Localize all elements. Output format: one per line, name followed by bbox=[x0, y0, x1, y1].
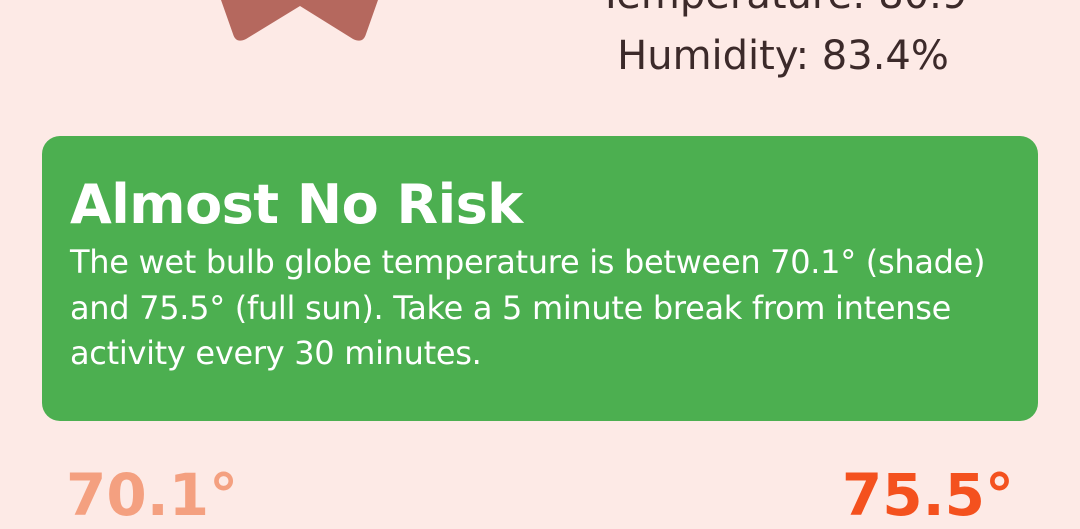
risk-card: Almost No Risk The wet bulb globe temper… bbox=[42, 136, 1038, 421]
humidity-stat: Humidity: 83.4% bbox=[617, 33, 949, 79]
temperature-stat: Temperature: 80.9 bbox=[548, 0, 1018, 15]
full-sun-temperature: 75.5° bbox=[841, 461, 1014, 529]
risk-description: The wet bulb globe temperature is betwee… bbox=[70, 243, 986, 373]
shade-temperature: 70.1° bbox=[66, 461, 239, 529]
risk-title: Almost No Risk bbox=[70, 173, 523, 236]
